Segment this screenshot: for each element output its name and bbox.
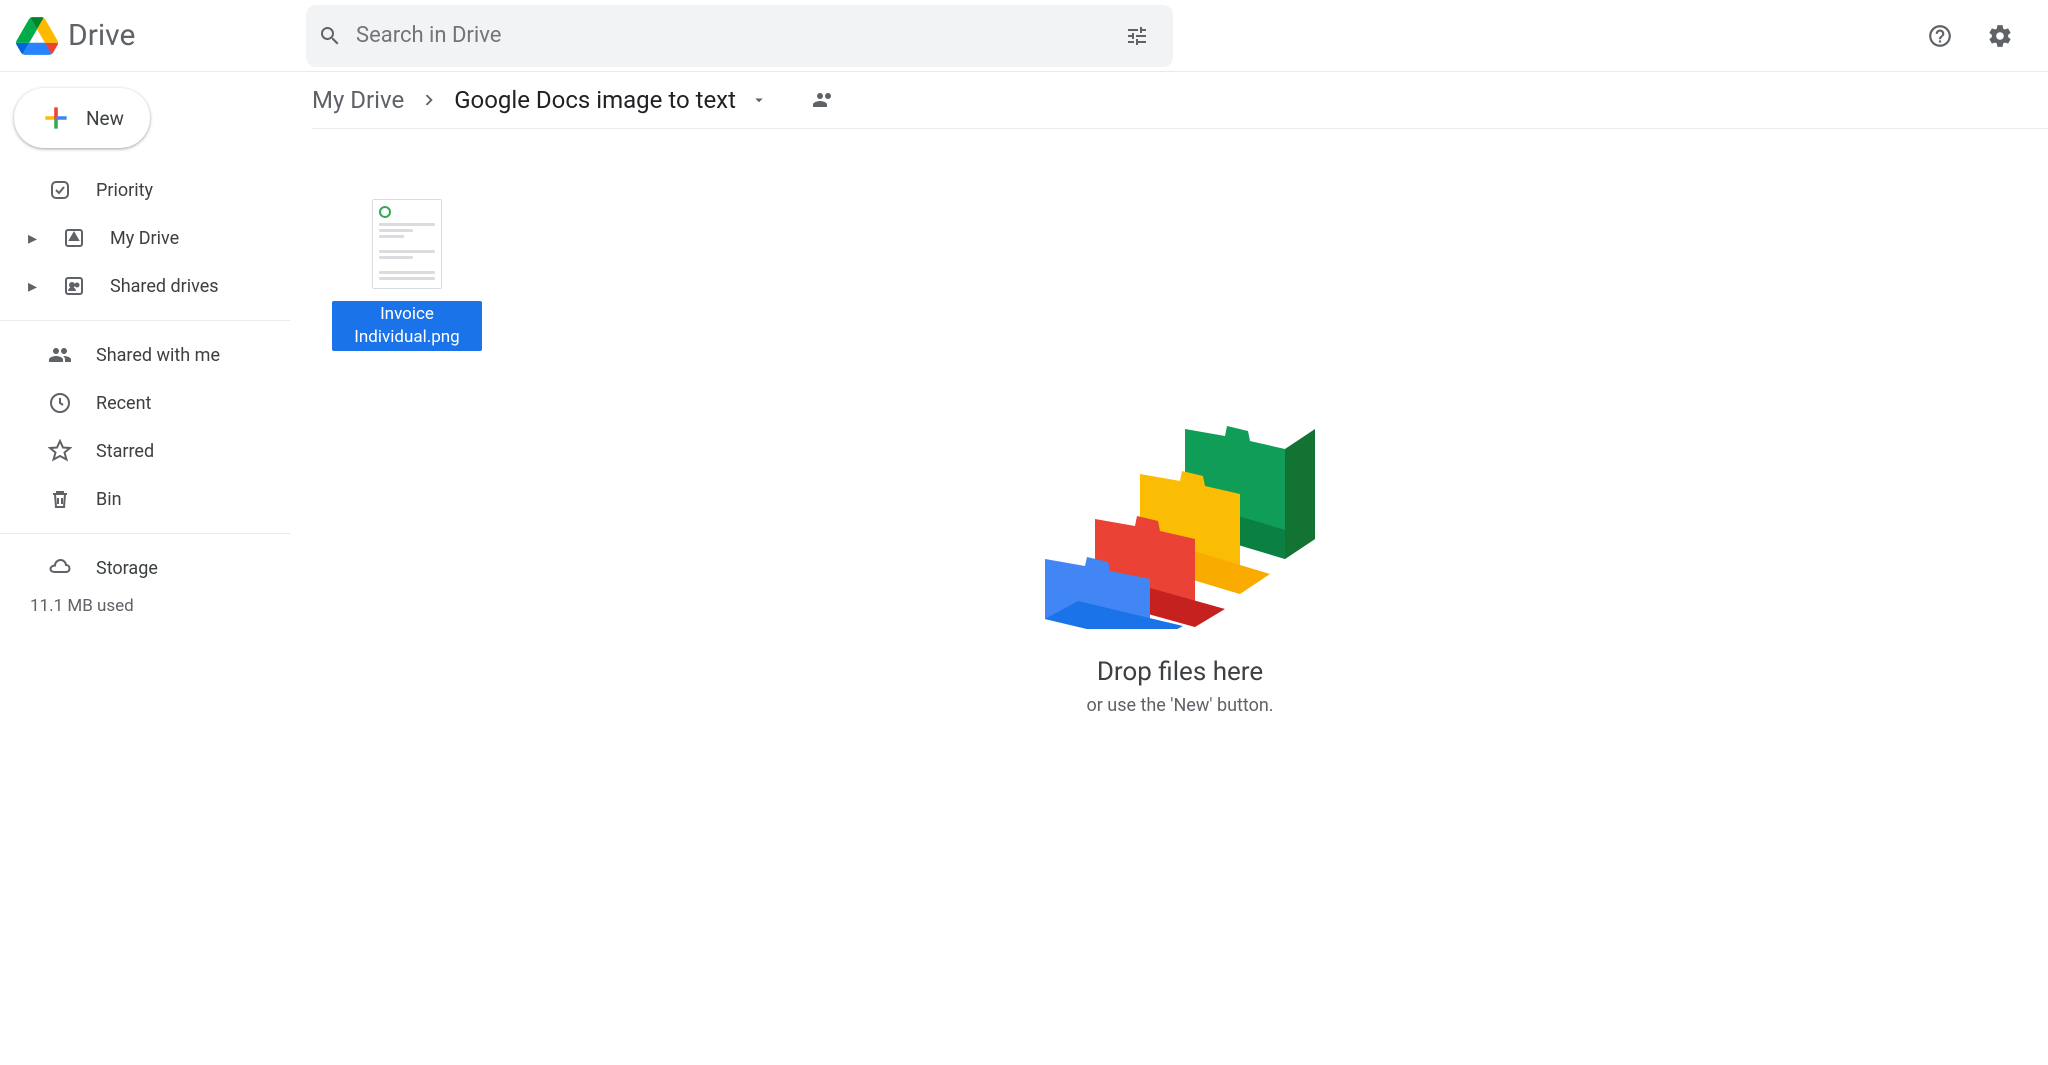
share-people-icon[interactable] (812, 88, 836, 112)
breadcrumb-current[interactable]: Google Docs image to text (454, 86, 736, 114)
sidebar-item-shared-with-me[interactable]: Shared with me (0, 331, 290, 379)
settings-button[interactable] (1976, 12, 2024, 60)
sidebar-item-label: Storage (96, 558, 158, 579)
sidebar-item-starred[interactable]: Starred (0, 427, 290, 475)
sidebar-item-label: Bin (96, 489, 122, 510)
my-drive-icon (62, 226, 86, 250)
drop-title: Drop files here (1035, 657, 1325, 687)
sidebar-item-recent[interactable]: Recent (0, 379, 290, 427)
expand-icon: ▸ (28, 228, 38, 249)
plus-icon (40, 102, 72, 134)
layout: New Priority ▸ My Drive ▸ Shared drives … (0, 72, 2048, 1065)
search-box[interactable] (306, 5, 1173, 67)
sidebar-item-my-drive[interactable]: ▸ My Drive (0, 214, 290, 262)
cloud-icon (48, 556, 72, 580)
search-input[interactable] (342, 23, 1113, 48)
search-container (306, 5, 1173, 67)
priority-icon (48, 178, 72, 202)
sidebar-nav: Priority ▸ My Drive ▸ Shared drives (0, 166, 290, 310)
sidebar-item-bin[interactable]: Bin (0, 475, 290, 523)
trash-icon (48, 487, 72, 511)
chevron-right-icon (418, 89, 440, 111)
dropdown-icon[interactable] (750, 91, 768, 109)
drop-subtitle: or use the 'New' button. (1035, 695, 1325, 716)
tune-icon (1125, 24, 1149, 48)
storage-used-text: 11.1 MB used (0, 592, 290, 616)
drive-logo[interactable]: Drive (16, 17, 306, 55)
sidebar-item-shared-drives[interactable]: ▸ Shared drives (0, 262, 290, 310)
files-area[interactable]: Invoice Individual.png (312, 129, 2048, 1048)
help-button[interactable] (1916, 12, 1964, 60)
sidebar-nav-2: Shared with me Recent Starred Bin (0, 331, 290, 523)
drop-zone: Drop files here or use the 'New' button. (1035, 389, 1325, 716)
sidebar: New Priority ▸ My Drive ▸ Shared drives … (0, 72, 290, 1065)
star-icon (48, 439, 72, 463)
clock-icon (48, 391, 72, 415)
expand-icon: ▸ (28, 276, 38, 297)
file-thumbnail (372, 199, 442, 289)
sidebar-divider (0, 533, 290, 534)
sidebar-item-label: Recent (96, 393, 151, 414)
search-filter-button[interactable] (1113, 12, 1161, 60)
shared-drives-icon (62, 274, 86, 298)
drop-folders-illustration (1035, 389, 1325, 629)
sidebar-item-label: Starred (96, 441, 154, 462)
people-icon (48, 343, 72, 367)
drive-logo-icon (16, 17, 58, 55)
gear-icon (1987, 23, 2013, 49)
search-icon (318, 24, 342, 48)
sidebar-item-label: Priority (96, 180, 153, 201)
header: Drive (0, 0, 2048, 72)
sidebar-item-label: My Drive (110, 228, 179, 249)
sidebar-divider (0, 320, 290, 321)
sidebar-item-label: Shared with me (96, 345, 220, 366)
breadcrumb-root[interactable]: My Drive (312, 86, 404, 114)
new-button-label: New (86, 107, 124, 130)
main: My Drive Google Docs image to text Invoi… (290, 72, 2048, 1065)
help-icon (1927, 23, 1953, 49)
file-item[interactable]: Invoice Individual.png (332, 199, 482, 351)
new-button[interactable]: New (14, 88, 150, 148)
header-actions (1916, 12, 2032, 60)
sidebar-item-storage[interactable]: Storage (0, 544, 290, 592)
app-name: Drive (68, 18, 135, 53)
breadcrumb: My Drive Google Docs image to text (312, 86, 2048, 129)
sidebar-nav-3: Storage (0, 544, 290, 592)
file-name: Invoice Individual.png (332, 301, 482, 351)
sidebar-item-label: Shared drives (110, 276, 219, 297)
sidebar-item-priority[interactable]: Priority (0, 166, 290, 214)
